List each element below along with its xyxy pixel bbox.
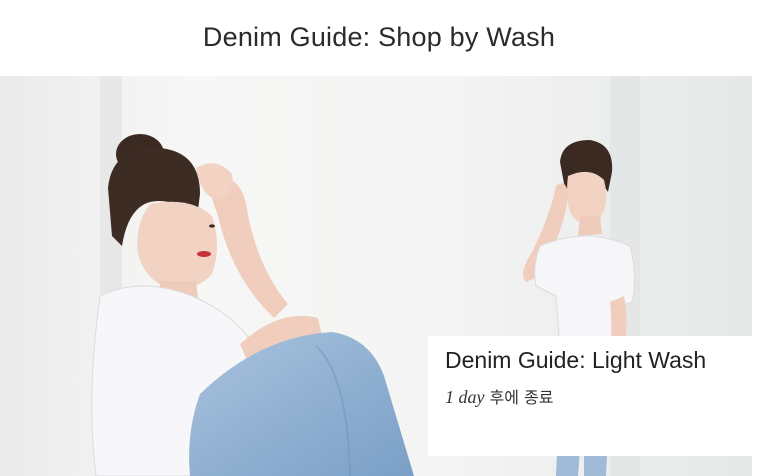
page-title: Denim Guide: Shop by Wash: [202, 21, 556, 52]
card-title[interactable]: Denim Guide: Light Wash: [445, 344, 725, 376]
card-countdown: 1 day 후에 종료: [445, 384, 752, 408]
collection-card[interactable]: Denim Guide: Light Wash 1 day 후에 종료: [428, 336, 752, 456]
page-header: Denim Guide: Shop by Wash: [0, 0, 758, 74]
countdown-suffix: 후에 종료: [489, 388, 554, 407]
right-edge-margin: [752, 76, 758, 476]
countdown-days: 1 day: [445, 387, 485, 407]
page: Denim Guide: Shop by Wash Denim Guide: L…: [0, 0, 758, 476]
